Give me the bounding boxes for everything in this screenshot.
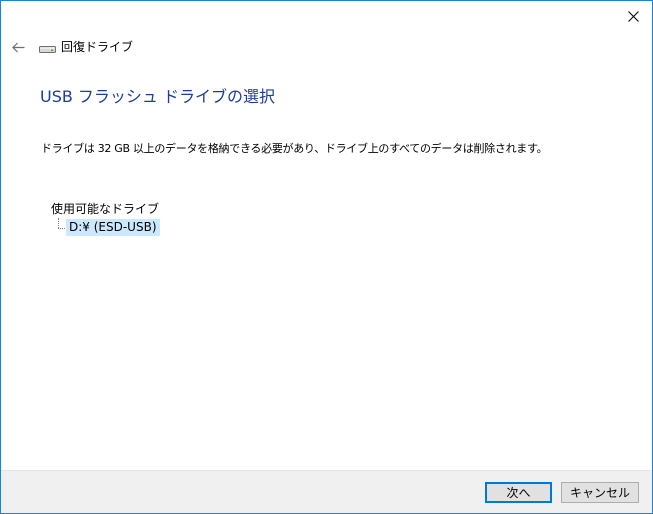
window-title: 回復ドライブ [61, 40, 134, 54]
close-icon [627, 10, 639, 22]
tree-item-drive[interactable]: D:¥ (ESD-USB) [66, 219, 160, 236]
recovery-drive-window: 回復ドライブ USB フラッシュ ドライブの選択 ドライブは 32 GB 以上の… [0, 0, 653, 514]
footer-bar: 次へ キャンセル [1, 470, 652, 513]
drive-icon [39, 46, 56, 53]
description-text: ドライブは 32 GB 以上のデータを格納できる必要があり、ドライブ上のすべての… [41, 142, 548, 155]
cancel-button[interactable]: キャンセル [561, 482, 639, 503]
next-button[interactable]: 次へ [485, 482, 552, 503]
drive-tree: 使用可能なドライブ D:¥ (ESD-USB) [49, 201, 349, 261]
close-button[interactable] [614, 1, 652, 31]
page-title: USB フラッシュ ドライブの選択 [40, 87, 276, 106]
tree-root-label: 使用可能なドライブ [51, 202, 160, 216]
back-arrow-icon [11, 42, 24, 52]
tree-connector-vertical [58, 218, 59, 228]
back-button[interactable] [7, 37, 29, 57]
